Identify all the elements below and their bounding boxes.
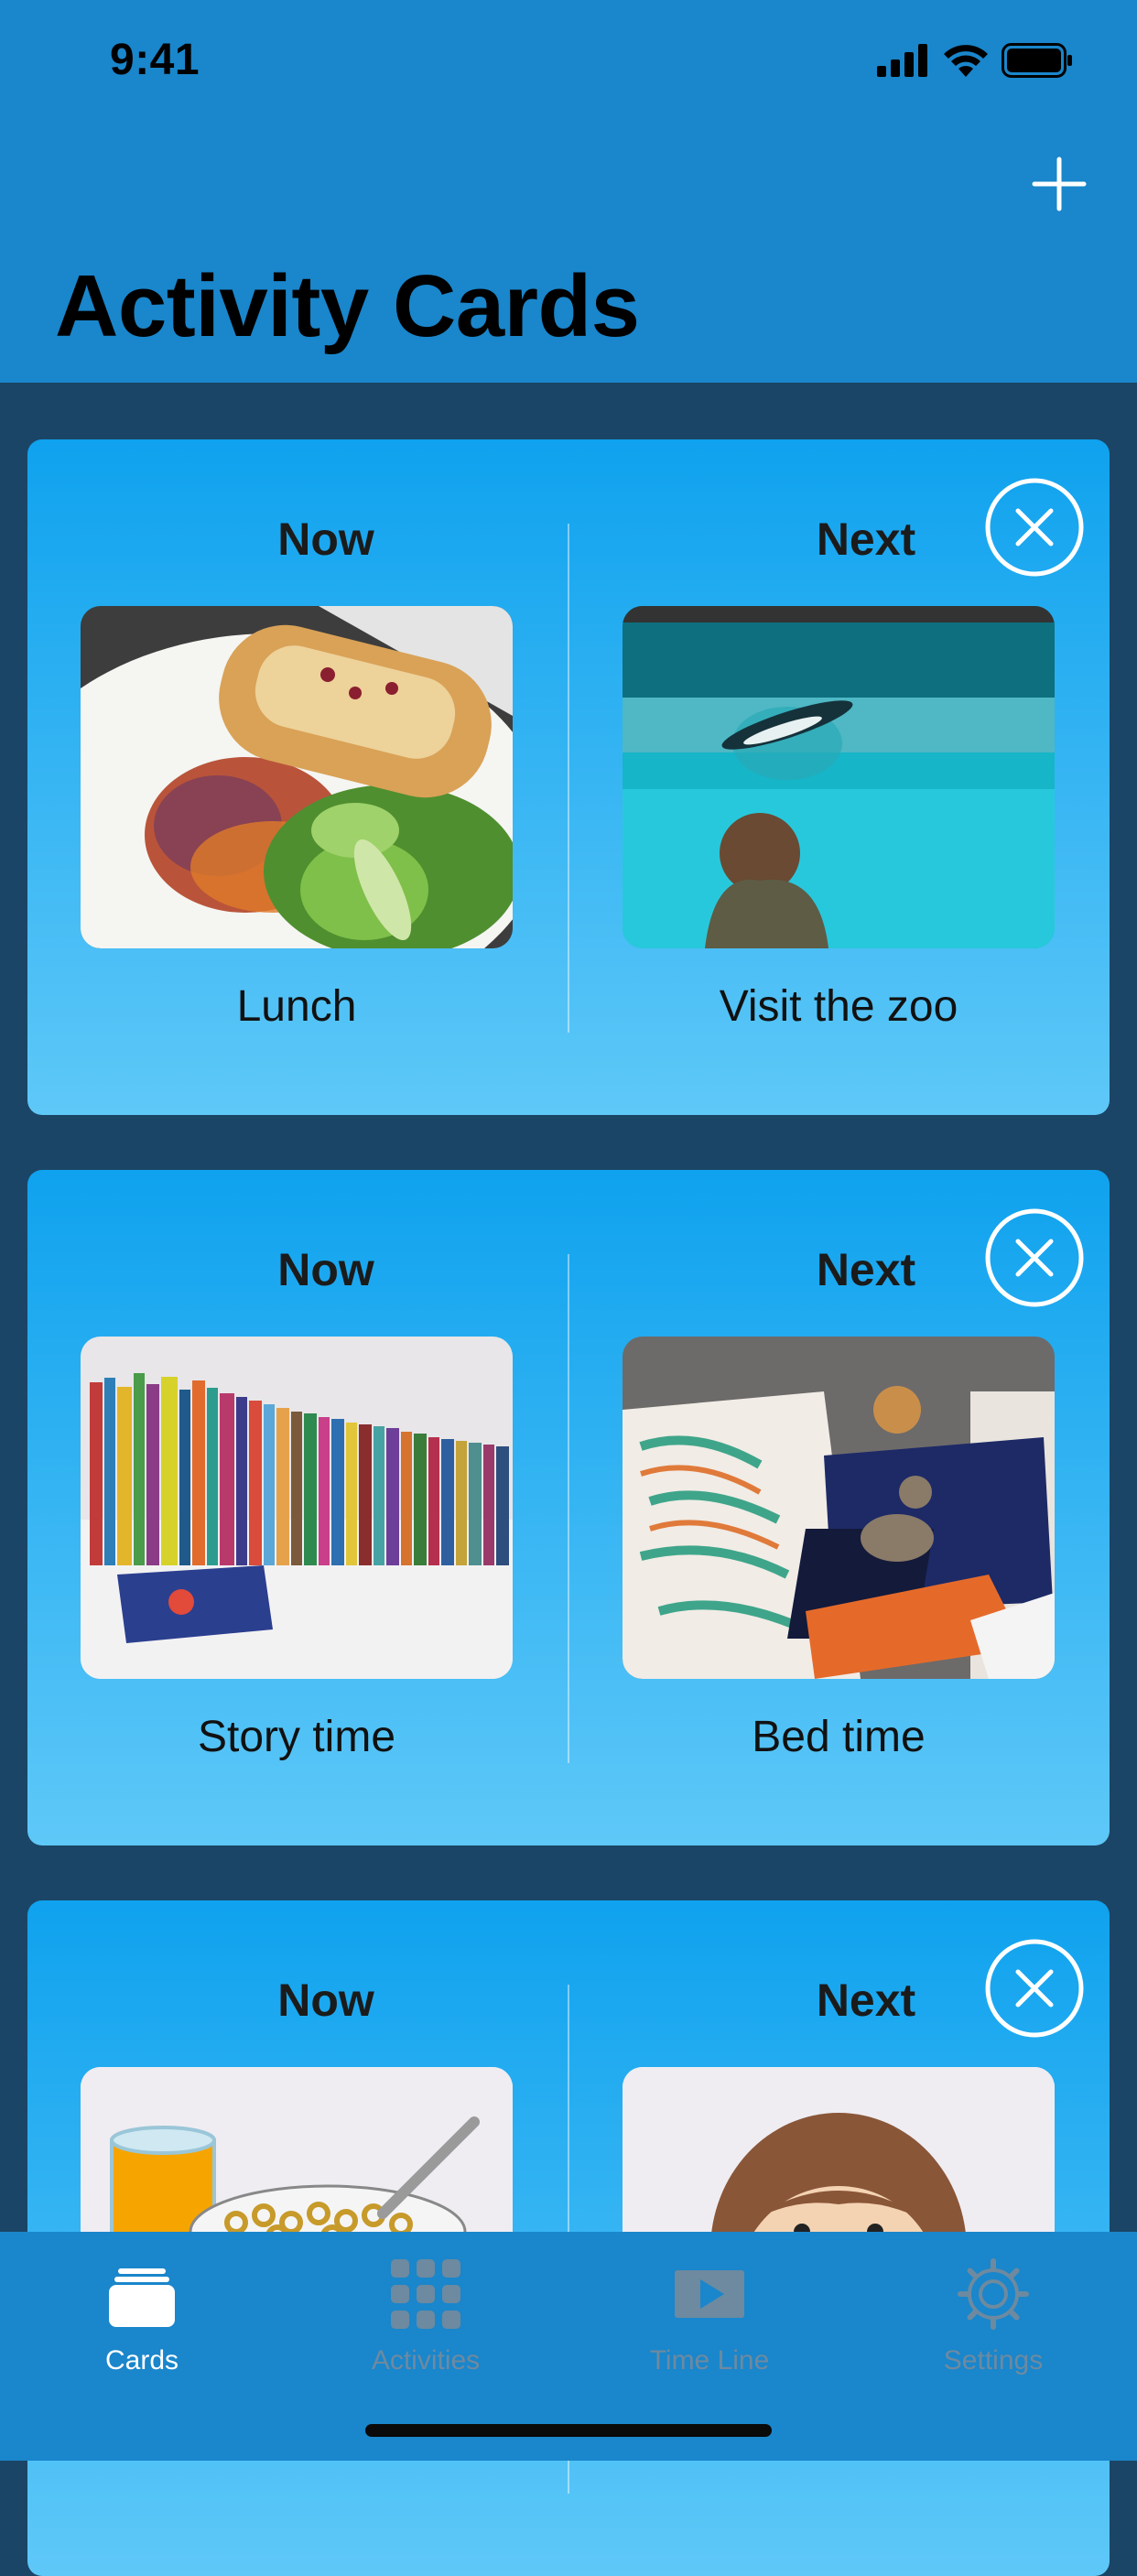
zoo-photo xyxy=(623,606,1055,948)
tab-settings[interactable]: Settings xyxy=(851,2232,1135,2378)
story-time-photo xyxy=(81,1337,513,1679)
close-icon xyxy=(985,1939,1084,2038)
battery-icon xyxy=(1002,43,1072,78)
tab-activities-label: Activities xyxy=(371,2345,481,2376)
next-caption: Visit the zoo xyxy=(719,982,958,1031)
gear-icon xyxy=(958,2258,1029,2330)
card-divider xyxy=(568,524,569,1033)
add-card-button[interactable] xyxy=(1031,156,1088,212)
tab-settings-label: Settings xyxy=(943,2345,1044,2376)
now-caption: Lunch xyxy=(236,982,357,1031)
grid-icon xyxy=(391,2259,460,2329)
tab-cards-label: Cards xyxy=(104,2345,179,2376)
cards-icon xyxy=(109,2268,175,2327)
next-caption: Bed time xyxy=(752,1713,926,1761)
tab-cards[interactable]: Cards xyxy=(0,2232,284,2378)
tab-timeline[interactable]: Time Line xyxy=(568,2232,851,2378)
home-indicator xyxy=(365,2424,772,2437)
remove-card-button[interactable] xyxy=(985,478,1084,577)
lunch-photo xyxy=(81,606,513,948)
status-time: 9:41 xyxy=(110,36,200,84)
remove-card-button[interactable] xyxy=(985,1208,1084,1307)
close-icon xyxy=(985,478,1084,577)
now-label: Now xyxy=(277,1975,374,2026)
signal-icon xyxy=(877,44,927,77)
close-icon xyxy=(985,1208,1084,1307)
tab-activities[interactable]: Activities xyxy=(284,2232,568,2378)
plus-icon xyxy=(1032,157,1087,211)
activity-card[interactable]: Now Next xyxy=(27,439,1110,1115)
play-icon xyxy=(675,2270,744,2318)
bed-time-photo xyxy=(623,1337,1055,1679)
card-divider xyxy=(568,1254,569,1763)
now-label: Now xyxy=(277,514,374,565)
remove-card-button[interactable] xyxy=(985,1939,1084,2038)
now-caption: Story time xyxy=(197,1713,396,1761)
now-label: Now xyxy=(277,1244,374,1295)
nav-header: 9:41 Activity Cards xyxy=(0,0,1137,383)
tab-timeline-label: Time Line xyxy=(649,2345,770,2376)
page-title: Activity Cards xyxy=(55,257,640,355)
status-icons xyxy=(877,42,1073,79)
activity-card[interactable]: Now Next xyxy=(27,1170,1110,1845)
wifi-icon xyxy=(944,45,988,77)
